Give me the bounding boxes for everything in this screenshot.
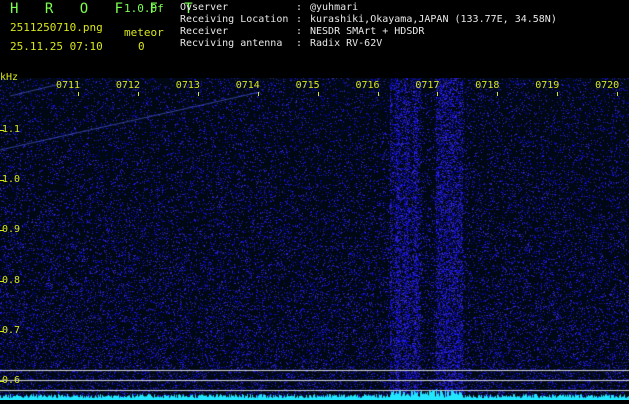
antenna-value: Radix RV-62V (310, 38, 383, 49)
y-tick-label: 0.9 (2, 224, 21, 236)
x-tick-mark (377, 92, 379, 96)
spectrogram-plot: kHz 1.1 1.0 0.9 0.8 0.7 0.6 0711 0712 0713 0714 071… (0, 72, 629, 400)
separator: : (296, 14, 303, 25)
x-tick-mark (257, 92, 259, 96)
location-label: Receiving Location (180, 14, 289, 25)
spectrogram-canvas (0, 78, 629, 400)
y-tick-label: 0.8 (2, 274, 21, 286)
separator: : (296, 2, 303, 13)
filename-label: 2511250710.png (10, 21, 103, 34)
x-tick-mark (317, 92, 319, 96)
x-tick-label: 0713 (175, 80, 200, 91)
x-tick-label: 0716 (355, 80, 380, 91)
x-tick-label: 0719 (535, 80, 560, 91)
y-tick-label: 1.1 (2, 124, 21, 135)
antenna-row: Recviving antenna : Radix RV-62V (180, 38, 557, 50)
y-tick-mark (0, 381, 4, 382)
x-tick-label: 0711 (56, 80, 81, 91)
receiver-label: Receiver (180, 26, 229, 37)
x-tick-mark (557, 92, 559, 96)
version-label: 1.0.0f (124, 2, 164, 15)
x-tick-mark (437, 92, 439, 96)
separator: : (296, 26, 303, 37)
observer-label: Ovserver (180, 2, 229, 13)
app-title: H R O F F T (10, 1, 202, 17)
info-header: H R O F F T 1.0.0f 2511250710.png meteor… (0, 0, 629, 78)
y-tick-mark (0, 180, 4, 182)
x-tick-label: 0712 (115, 80, 140, 91)
y-tick-label: 0.6 (2, 375, 21, 386)
receiver-row: Receiver : NESDR SMArt + HDSDR (180, 26, 557, 38)
y-tick-mark (0, 330, 4, 332)
y-tick-mark (0, 130, 4, 131)
observer-value: @yuhmari (310, 2, 359, 13)
y-tick-mark (0, 280, 4, 282)
datetime-label: 25.11.25 07:10 (10, 40, 103, 53)
x-tick-mark (617, 92, 619, 96)
x-tick-mark (497, 92, 499, 96)
x-tick-mark (137, 92, 139, 96)
x-tick-label: 0720 (595, 80, 620, 91)
station-info: Ovserver : @yuhmari Receiving Location :… (180, 2, 557, 50)
x-tick-mark (197, 92, 199, 96)
x-tick-mark (78, 92, 79, 96)
antenna-label: Recviving antenna (180, 38, 283, 49)
location-row: Receiving Location : kurashiki,Okayama,J… (180, 14, 557, 26)
observer-row: Ovserver : @yuhmari (180, 2, 557, 14)
location-value: kurashiki,Okayama,JAPAN (133.77E, 34.58N… (310, 14, 557, 25)
y-tick-mark (0, 230, 4, 232)
separator: : (296, 38, 303, 49)
meteor-label: meteor (124, 26, 164, 39)
receiver-value: NESDR SMArt + HDSDR (310, 26, 425, 37)
x-tick-label: 0714 (235, 80, 260, 91)
x-tick-label: 0718 (475, 80, 500, 91)
x-tick-label: 0715 (295, 80, 320, 91)
x-tick-label: 0717 (415, 80, 440, 91)
y-tick-label: 0.7 (2, 324, 21, 336)
y-axis-unit-label: kHz (0, 72, 19, 83)
meteor-count: 0 (138, 40, 145, 53)
y-tick-label: 1.0 (2, 174, 21, 186)
